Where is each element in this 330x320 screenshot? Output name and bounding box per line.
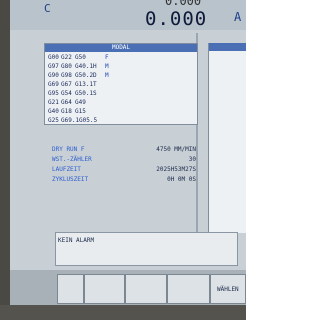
modal-title: MODAL — [45, 44, 197, 52]
info-row-part-count: WST.-ZÄHLER 30 — [44, 155, 196, 165]
code-flag — [105, 89, 121, 98]
modal-row: G40 G18 G15 — [48, 107, 194, 116]
gcode: G22 — [61, 54, 72, 61]
axis-label-top: C — [44, 2, 51, 15]
modal-panel: MODAL G00 G22 G50 F G97 G80 G40.1H M G90 G98 G50… — [44, 43, 198, 125]
info-value: 4750 MM/MIN — [156, 146, 196, 153]
modal-row: G95 G54 G50.1S — [48, 89, 194, 98]
gcode: G50.1S — [75, 90, 97, 97]
bezel-edge — [0, 0, 10, 320]
right-panel — [208, 43, 246, 233]
status-info: DRY RUN F 4750 MM/MIN WST.-ZÄHLER 30 LAUFZ… — [44, 145, 196, 185]
gcode — [111, 116, 141, 125]
right-panel-header — [209, 43, 246, 51]
gcode: G25 — [48, 117, 59, 124]
gcode: G90 — [48, 72, 59, 79]
info-value: 30 — [188, 156, 196, 163]
gcode: G54 — [61, 90, 72, 97]
position-bar: C 0.000 0.000 A — [10, 0, 246, 30]
softkey-1[interactable] — [57, 274, 84, 304]
gcode: G98 — [61, 72, 72, 79]
info-value: 2025H53M27S — [156, 166, 196, 173]
gcode: G18 — [61, 108, 72, 115]
info-value: 0H 0M 0S — [167, 176, 196, 183]
softkey-2[interactable] — [84, 274, 125, 304]
gcode: G40.1H — [75, 63, 97, 70]
softkey-select[interactable]: WÄHLEN — [210, 274, 246, 304]
code-flag: F — [105, 54, 109, 61]
code-flag: M — [105, 72, 109, 79]
gcode: G80 — [61, 63, 72, 70]
gcode: G49 — [75, 99, 86, 106]
softkey-label: WÄHLEN — [217, 286, 239, 293]
info-label: WST.-ZÄHLER — [52, 156, 92, 163]
modal-rows: G00 G22 G50 F G97 G80 G40.1H M G90 G98 G50.2D M G… — [45, 52, 197, 126]
softkey-3[interactable] — [125, 274, 167, 304]
modal-row: G21 G64 G49 — [48, 98, 194, 107]
modal-row: G69 G67 G13.1T — [48, 80, 194, 89]
alarm-text: KEIN ALARM — [58, 237, 95, 244]
bezel-bottom — [0, 305, 246, 320]
gcode: G50 — [75, 54, 86, 61]
info-row-run-time: LAUFZEIT 2025H53M27S — [44, 165, 196, 175]
code-flag — [105, 80, 121, 89]
axis-label-right: A — [234, 10, 242, 24]
info-label: ZYKLUSZEIT — [52, 176, 89, 183]
info-row-dry-run: DRY RUN F 4750 MM/MIN — [44, 145, 196, 155]
alarm-box: KEIN ALARM — [55, 232, 238, 266]
gcode: G95 — [48, 90, 59, 97]
info-row-cycle-time: ZYKLUSZEIT 0H 0M 0S — [44, 175, 196, 185]
gcode: G13.1T — [75, 81, 97, 88]
info-label: DRY RUN F — [52, 146, 85, 153]
modal-row: G90 G98 G50.2D M — [48, 71, 194, 80]
gcode: G64 — [61, 99, 72, 106]
modal-row: G97 G80 G40.1H M — [48, 62, 194, 71]
softkey-4[interactable] — [167, 274, 210, 304]
position-value: 0.000 — [145, 8, 208, 30]
gcode: G50.2D — [75, 72, 97, 79]
code-flag — [141, 116, 157, 125]
code-flag: M — [105, 63, 109, 70]
position-partial: 0.000 — [165, 0, 202, 8]
gcode: G15 — [75, 108, 86, 115]
code-flag — [105, 98, 121, 107]
gcode: G67 — [61, 81, 72, 88]
code-flag — [105, 107, 121, 116]
gcode: G00 — [48, 54, 59, 61]
gcode: G97 — [48, 63, 59, 70]
gcode: G21 — [48, 99, 59, 106]
gcode: G40 — [48, 108, 59, 115]
modal-row: G25 G69.1G05.5 — [48, 116, 194, 125]
softkey-bar: WÄHLEN — [10, 270, 246, 305]
modal-row: G00 G22 G50 F — [48, 53, 194, 62]
info-label: LAUFZEIT — [52, 166, 81, 173]
gcode: G69 — [48, 81, 59, 88]
gcode: G69.1G05.5 — [61, 117, 98, 124]
